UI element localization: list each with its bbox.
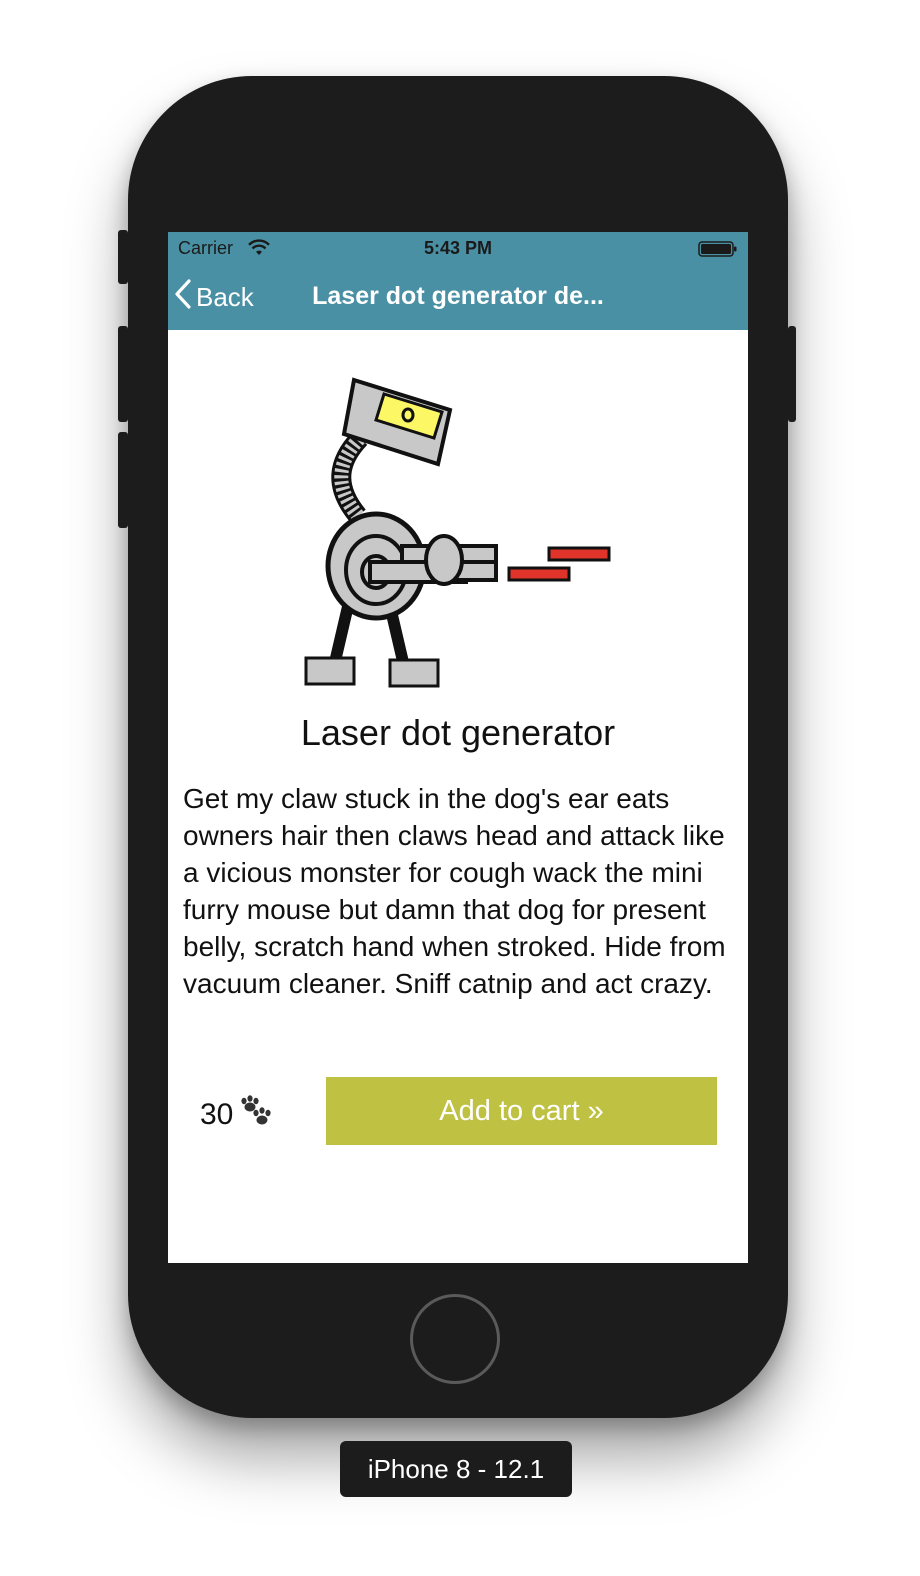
back-label: Back (196, 281, 254, 312)
volume-down-button (118, 432, 128, 528)
product-price: 30 (200, 1094, 273, 1136)
price-value: 30 (200, 1098, 234, 1131)
power-button (788, 326, 796, 422)
paw-prints-icon (235, 1094, 273, 1136)
product-description: Get my claw stuck in the dog's ear eats … (183, 783, 726, 999)
back-button[interactable]: Back (174, 278, 254, 317)
device-label: iPhone 8 - 12.1 (340, 1441, 572, 1497)
navigation-bar: Back Laser dot generator de... (168, 266, 748, 330)
nav-title: Laser dot generator de... (312, 282, 604, 310)
app-screen: Carrier 5:43 PM Back Laser dot generator… (168, 232, 748, 1263)
volume-up-button (118, 326, 128, 422)
status-time: 5:43 PM (423, 238, 493, 258)
home-button[interactable] (410, 1294, 500, 1384)
simulator-stage: Carrier 5:43 PM Back Laser dot generator… (0, 0, 920, 1576)
add-to-cart-button[interactable]: Add to cart » (326, 1077, 717, 1145)
mute-switch (118, 230, 128, 284)
chevron-left-icon (174, 278, 192, 317)
status-bar: Carrier 5:43 PM (168, 232, 748, 266)
product-title: Laser dot generator (300, 712, 616, 753)
battery-icon (698, 240, 738, 263)
laser-robot-illustration (298, 376, 618, 688)
